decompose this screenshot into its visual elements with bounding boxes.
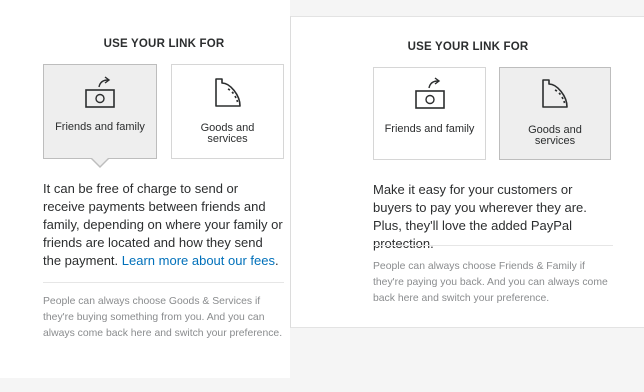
left-goods-services-option[interactable]: Goods and services [171, 64, 284, 159]
right-friends-family-option[interactable]: Friends and family [373, 67, 486, 160]
goods-services-label-line2: services [534, 135, 576, 147]
right-description: Make it easy for your customers or buyer… [373, 182, 587, 251]
money-send-icon [414, 77, 445, 109]
right-panel: USE YOUR LINK FOR Friends and family Goo… [290, 16, 644, 328]
left-heading: USE YOUR LINK FOR [103, 38, 225, 50]
right-note: People can always choose Friends & Famil… [373, 261, 608, 304]
friends-family-label: Friends and family [384, 123, 475, 135]
right-divider [373, 245, 613, 246]
left-friends-family-option[interactable]: Friends and family [43, 64, 157, 159]
left-panel: USE YOUR LINK FOR Friends and family Goo… [0, 0, 290, 378]
left-note: People can always choose Goods & Service… [43, 296, 283, 339]
right-heading: USE YOUR LINK FOR [407, 41, 529, 53]
left-divider [43, 282, 284, 283]
money-send-icon [85, 76, 115, 108]
receipt-icon [542, 79, 568, 108]
goods-services-label-line2: services [207, 133, 248, 145]
right-goods-services-option[interactable]: Goods and services [499, 67, 611, 160]
left-description: It can be free of charge to send or rece… [43, 180, 283, 270]
link-suffix: . [275, 253, 279, 268]
learn-more-fees-link[interactable]: Learn more about our fees [122, 253, 275, 268]
friends-family-label: Friends and family [55, 121, 145, 133]
receipt-icon [214, 78, 241, 107]
